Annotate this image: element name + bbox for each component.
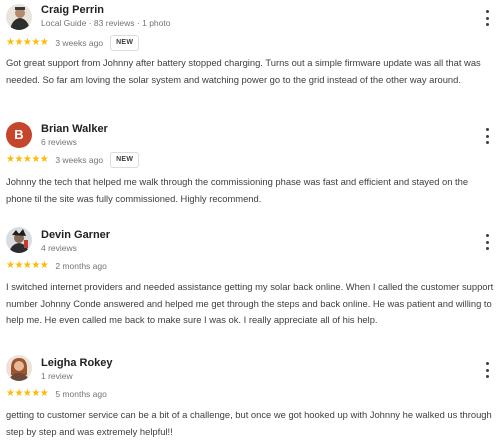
review-date: 5 months ago xyxy=(55,389,107,399)
review-text: Johnny the tech that helped me walk thro… xyxy=(6,176,469,204)
reviewer-meta: 4 reviews xyxy=(41,243,77,253)
reviewer-avatar[interactable] xyxy=(6,4,32,30)
star-rating: ★★★★★ xyxy=(6,260,49,271)
more-options-icon[interactable] xyxy=(482,362,492,378)
reviewer-name[interactable]: Devin Garner xyxy=(41,229,110,241)
review-date: 3 weeks ago xyxy=(55,155,104,165)
reviewer-avatar[interactable]: B xyxy=(6,122,32,148)
review-card: Leigha Rokey 1 review ★★★★★ 5 months ago… xyxy=(0,350,500,440)
more-options-icon[interactable] xyxy=(482,128,492,144)
reviewer-meta: 1 review xyxy=(41,371,73,381)
review-text: getting to customer service can be a bit… xyxy=(6,409,492,437)
rating-row: ★★★★★ 2 months ago xyxy=(6,258,107,274)
review-text: Got great support from Johnny after batt… xyxy=(6,57,481,85)
review-date: 2 months ago xyxy=(55,261,107,271)
rating-row: ★★★★★ 5 months ago xyxy=(6,386,107,402)
review-card: Craig Perrin Local Guide · 83 reviews · … xyxy=(0,0,500,105)
review-text: I switched internet providers and needed… xyxy=(6,281,494,325)
star-rating: ★★★★★ xyxy=(6,388,49,399)
rating-row: ★★★★★ 3 weeks ago NEW xyxy=(6,152,140,168)
reviewer-name[interactable]: Leigha Rokey xyxy=(41,357,113,369)
reviewer-avatar[interactable] xyxy=(6,227,32,253)
review-card: B Brian Walker 6 reviews ★★★★★ 3 weeks a… xyxy=(0,115,500,215)
reviewer-meta: Local Guide · 83 reviews · 1 photo xyxy=(41,18,171,28)
star-rating: ★★★★★ xyxy=(6,154,49,165)
new-badge: NEW xyxy=(110,35,140,51)
reviewer-name[interactable]: Craig Perrin xyxy=(41,4,104,16)
more-options-icon[interactable] xyxy=(482,10,492,26)
rating-row: ★★★★★ 3 weeks ago NEW xyxy=(6,35,140,51)
reviewer-meta: 6 reviews xyxy=(41,137,77,147)
reviewer-name[interactable]: Brian Walker xyxy=(41,123,108,135)
review-date: 3 weeks ago xyxy=(55,38,104,48)
more-options-icon[interactable] xyxy=(482,234,492,250)
star-rating: ★★★★★ xyxy=(6,37,49,48)
review-card: Devin Garner 4 reviews ★★★★★ 2 months ag… xyxy=(0,222,500,342)
reviewer-avatar[interactable] xyxy=(6,355,32,381)
new-badge: NEW xyxy=(110,152,140,168)
